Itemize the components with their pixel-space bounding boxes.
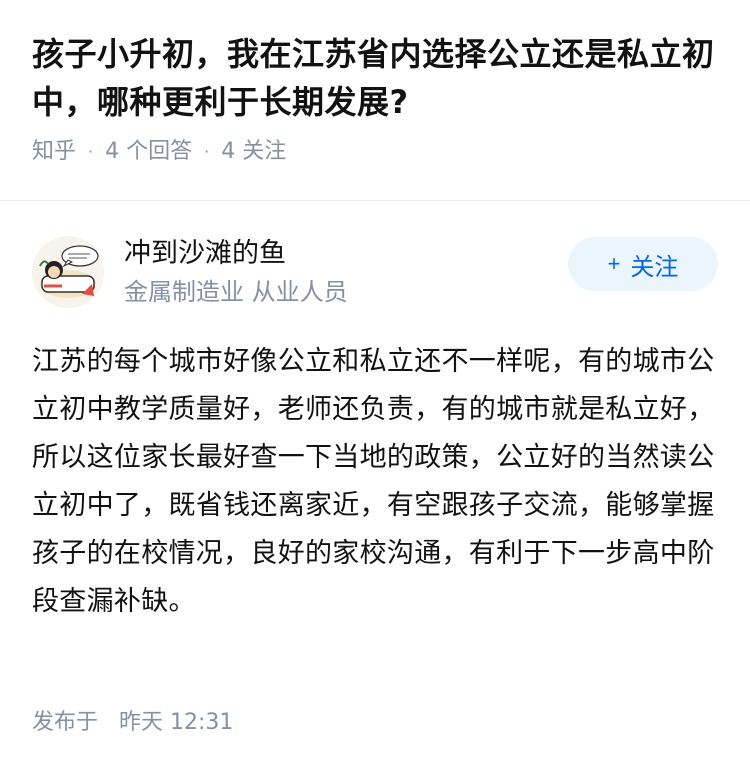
- question-meta: 知乎 · 4 个回答 · 4 关注: [32, 138, 718, 166]
- separator-dot: ·: [204, 142, 210, 161]
- avatar-illustration-icon: [32, 236, 104, 308]
- author-name[interactable]: 冲到沙滩的鱼: [124, 236, 568, 272]
- follow-button[interactable]: + 关注: [568, 237, 718, 291]
- question-title[interactable]: 孩子小升初，我在江苏省内选择公立还是私立初中，哪种更利于长期发展?: [32, 30, 718, 126]
- separator-dot: ·: [88, 142, 94, 161]
- answers-count[interactable]: 4 个回答: [105, 138, 192, 166]
- answer-card: 冲到沙滩的鱼 金属制造业 从业人员 + 关注 江苏的每个城市好像公立和私立还不一…: [32, 230, 718, 626]
- author-info: 冲到沙滩的鱼 金属制造业 从业人员: [124, 236, 568, 308]
- follow-label: 关注: [630, 253, 679, 281]
- avatar[interactable]: [32, 236, 104, 308]
- followers-count[interactable]: 4 关注: [221, 138, 286, 166]
- section-divider: [0, 200, 750, 201]
- answer-footer: 发布于 昨天 12:31: [32, 708, 233, 738]
- answer-content[interactable]: 江苏的每个城市好像公立和私立还不一样呢，有的城市公立初中教学质量好，老师还负责，…: [32, 338, 718, 626]
- author-row: 冲到沙滩的鱼 金属制造业 从业人员 + 关注: [32, 230, 718, 314]
- published-label: 发布于: [32, 710, 99, 735]
- question-header: 孩子小升初，我在江苏省内选择公立还是私立初中，哪种更利于长期发展? 知乎 · 4…: [0, 0, 750, 170]
- author-bio: 金属制造业 从业人员: [124, 278, 348, 306]
- plus-icon: +: [607, 251, 621, 276]
- source-label[interactable]: 知乎: [32, 138, 76, 166]
- published-time: 昨天 12:31: [119, 710, 234, 735]
